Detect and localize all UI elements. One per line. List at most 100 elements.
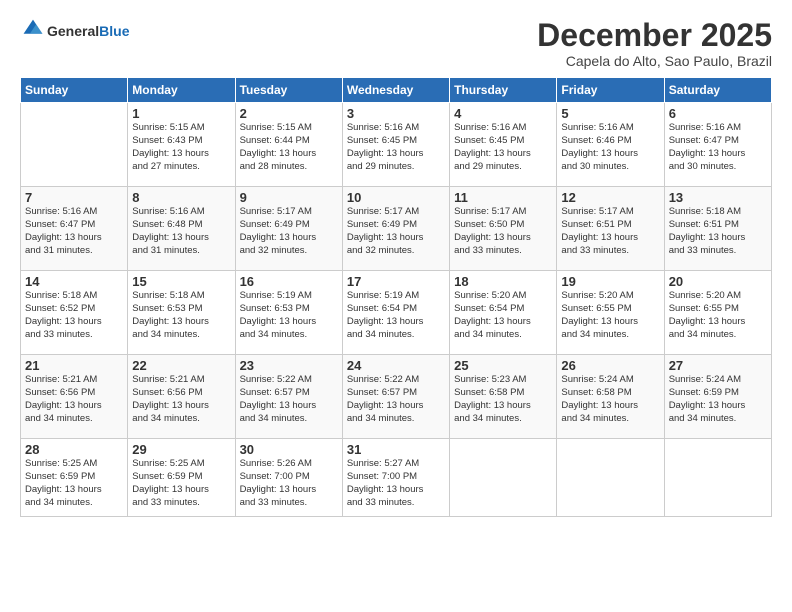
day-info: Sunrise: 5:17 AMSunset: 6:51 PMDaylight:… (561, 206, 659, 257)
day-info: Sunrise: 5:19 AMSunset: 6:54 PMDaylight:… (347, 290, 445, 341)
table-row: 12Sunrise: 5:17 AMSunset: 6:51 PMDayligh… (557, 187, 664, 271)
table-row: 8Sunrise: 5:16 AMSunset: 6:48 PMDaylight… (128, 187, 235, 271)
table-row: 14Sunrise: 5:18 AMSunset: 6:52 PMDayligh… (21, 271, 128, 355)
table-row: 22Sunrise: 5:21 AMSunset: 6:56 PMDayligh… (128, 355, 235, 439)
day-info: Sunrise: 5:16 AMSunset: 6:47 PMDaylight:… (25, 206, 123, 257)
day-info: Sunrise: 5:24 AMSunset: 6:59 PMDaylight:… (669, 374, 767, 425)
day-number: 11 (454, 190, 552, 205)
col-friday: Friday (557, 78, 664, 103)
logo-text-general: General (47, 23, 99, 39)
day-info: Sunrise: 5:23 AMSunset: 6:58 PMDaylight:… (454, 374, 552, 425)
title-block: December 2025 Capela do Alto, Sao Paulo,… (537, 18, 772, 69)
day-info: Sunrise: 5:16 AMSunset: 6:47 PMDaylight:… (669, 122, 767, 173)
logo-icon (22, 18, 44, 40)
table-row: 30Sunrise: 5:26 AMSunset: 7:00 PMDayligh… (235, 439, 342, 517)
day-number: 10 (347, 190, 445, 205)
day-number: 8 (132, 190, 230, 205)
day-info: Sunrise: 5:16 AMSunset: 6:48 PMDaylight:… (132, 206, 230, 257)
day-info: Sunrise: 5:21 AMSunset: 6:56 PMDaylight:… (132, 374, 230, 425)
table-row: 9Sunrise: 5:17 AMSunset: 6:49 PMDaylight… (235, 187, 342, 271)
day-number: 6 (669, 106, 767, 121)
day-info: Sunrise: 5:24 AMSunset: 6:58 PMDaylight:… (561, 374, 659, 425)
table-row: 7Sunrise: 5:16 AMSunset: 6:47 PMDaylight… (21, 187, 128, 271)
day-info: Sunrise: 5:17 AMSunset: 6:49 PMDaylight:… (240, 206, 338, 257)
day-info: Sunrise: 5:25 AMSunset: 6:59 PMDaylight:… (132, 458, 230, 509)
day-number: 12 (561, 190, 659, 205)
day-number: 2 (240, 106, 338, 121)
page: GeneralBlue December 2025 Capela do Alto… (0, 0, 792, 612)
day-info: Sunrise: 5:20 AMSunset: 6:55 PMDaylight:… (669, 290, 767, 341)
logo-text-blue: Blue (99, 23, 129, 39)
col-monday: Monday (128, 78, 235, 103)
day-number: 9 (240, 190, 338, 205)
day-number: 31 (347, 442, 445, 457)
day-number: 3 (347, 106, 445, 121)
day-number: 25 (454, 358, 552, 373)
calendar-header-row: Sunday Monday Tuesday Wednesday Thursday… (21, 78, 772, 103)
col-thursday: Thursday (450, 78, 557, 103)
day-number: 1 (132, 106, 230, 121)
day-number: 24 (347, 358, 445, 373)
day-info: Sunrise: 5:22 AMSunset: 6:57 PMDaylight:… (347, 374, 445, 425)
header: GeneralBlue December 2025 Capela do Alto… (20, 18, 772, 69)
table-row: 3Sunrise: 5:16 AMSunset: 6:45 PMDaylight… (342, 103, 449, 187)
table-row: 25Sunrise: 5:23 AMSunset: 6:58 PMDayligh… (450, 355, 557, 439)
day-number: 20 (669, 274, 767, 289)
table-row (450, 439, 557, 517)
table-row: 6Sunrise: 5:16 AMSunset: 6:47 PMDaylight… (664, 103, 771, 187)
day-info: Sunrise: 5:20 AMSunset: 6:54 PMDaylight:… (454, 290, 552, 341)
day-number: 27 (669, 358, 767, 373)
table-row: 31Sunrise: 5:27 AMSunset: 7:00 PMDayligh… (342, 439, 449, 517)
day-info: Sunrise: 5:17 AMSunset: 6:49 PMDaylight:… (347, 206, 445, 257)
day-number: 4 (454, 106, 552, 121)
col-sunday: Sunday (21, 78, 128, 103)
day-number: 19 (561, 274, 659, 289)
table-row: 24Sunrise: 5:22 AMSunset: 6:57 PMDayligh… (342, 355, 449, 439)
day-number: 29 (132, 442, 230, 457)
day-info: Sunrise: 5:21 AMSunset: 6:56 PMDaylight:… (25, 374, 123, 425)
table-row: 18Sunrise: 5:20 AMSunset: 6:54 PMDayligh… (450, 271, 557, 355)
day-info: Sunrise: 5:16 AMSunset: 6:45 PMDaylight:… (347, 122, 445, 173)
day-info: Sunrise: 5:18 AMSunset: 6:52 PMDaylight:… (25, 290, 123, 341)
day-info: Sunrise: 5:19 AMSunset: 6:53 PMDaylight:… (240, 290, 338, 341)
table-row (664, 439, 771, 517)
calendar-table: Sunday Monday Tuesday Wednesday Thursday… (20, 77, 772, 517)
col-tuesday: Tuesday (235, 78, 342, 103)
table-row: 4Sunrise: 5:16 AMSunset: 6:45 PMDaylight… (450, 103, 557, 187)
col-saturday: Saturday (664, 78, 771, 103)
table-row: 16Sunrise: 5:19 AMSunset: 6:53 PMDayligh… (235, 271, 342, 355)
day-number: 18 (454, 274, 552, 289)
day-info: Sunrise: 5:25 AMSunset: 6:59 PMDaylight:… (25, 458, 123, 509)
month-title: December 2025 (537, 18, 772, 53)
table-row: 1Sunrise: 5:15 AMSunset: 6:43 PMDaylight… (128, 103, 235, 187)
table-row: 26Sunrise: 5:24 AMSunset: 6:58 PMDayligh… (557, 355, 664, 439)
day-number: 7 (25, 190, 123, 205)
table-row (557, 439, 664, 517)
day-info: Sunrise: 5:16 AMSunset: 6:45 PMDaylight:… (454, 122, 552, 173)
day-number: 30 (240, 442, 338, 457)
day-info: Sunrise: 5:20 AMSunset: 6:55 PMDaylight:… (561, 290, 659, 341)
table-row: 11Sunrise: 5:17 AMSunset: 6:50 PMDayligh… (450, 187, 557, 271)
day-number: 16 (240, 274, 338, 289)
day-number: 15 (132, 274, 230, 289)
table-row: 28Sunrise: 5:25 AMSunset: 6:59 PMDayligh… (21, 439, 128, 517)
table-row: 5Sunrise: 5:16 AMSunset: 6:46 PMDaylight… (557, 103, 664, 187)
table-row: 17Sunrise: 5:19 AMSunset: 6:54 PMDayligh… (342, 271, 449, 355)
day-info: Sunrise: 5:15 AMSunset: 6:43 PMDaylight:… (132, 122, 230, 173)
table-row: 19Sunrise: 5:20 AMSunset: 6:55 PMDayligh… (557, 271, 664, 355)
day-number: 17 (347, 274, 445, 289)
day-number: 28 (25, 442, 123, 457)
table-row: 10Sunrise: 5:17 AMSunset: 6:49 PMDayligh… (342, 187, 449, 271)
table-row: 15Sunrise: 5:18 AMSunset: 6:53 PMDayligh… (128, 271, 235, 355)
day-number: 5 (561, 106, 659, 121)
day-info: Sunrise: 5:15 AMSunset: 6:44 PMDaylight:… (240, 122, 338, 173)
day-info: Sunrise: 5:16 AMSunset: 6:46 PMDaylight:… (561, 122, 659, 173)
day-info: Sunrise: 5:26 AMSunset: 7:00 PMDaylight:… (240, 458, 338, 509)
table-row: 13Sunrise: 5:18 AMSunset: 6:51 PMDayligh… (664, 187, 771, 271)
day-number: 14 (25, 274, 123, 289)
table-row: 20Sunrise: 5:20 AMSunset: 6:55 PMDayligh… (664, 271, 771, 355)
logo: GeneralBlue (20, 18, 129, 45)
day-number: 21 (25, 358, 123, 373)
day-info: Sunrise: 5:22 AMSunset: 6:57 PMDaylight:… (240, 374, 338, 425)
day-info: Sunrise: 5:18 AMSunset: 6:53 PMDaylight:… (132, 290, 230, 341)
